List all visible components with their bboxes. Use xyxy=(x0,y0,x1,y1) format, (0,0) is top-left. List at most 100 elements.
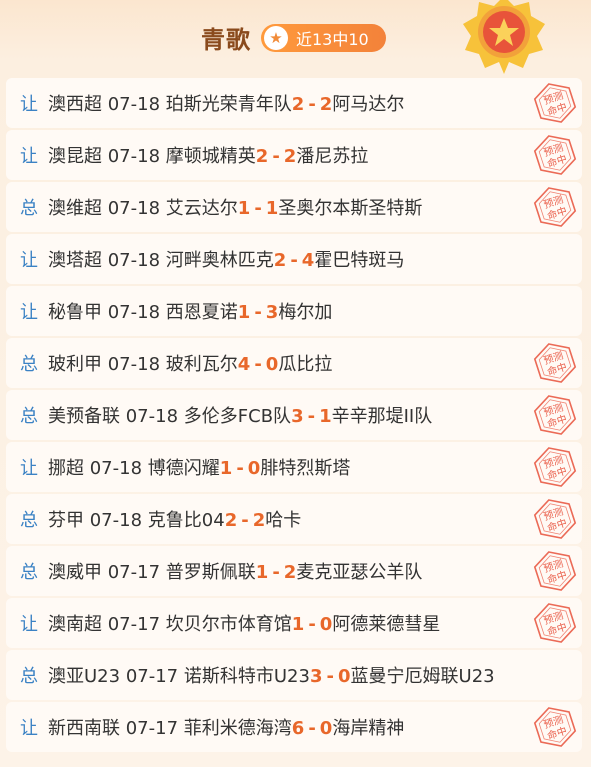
bet-type-tag: 总 xyxy=(20,354,38,375)
match-row[interactable]: 让秘鲁甲 07-18 西恩夏诺1-3梅尔加 xyxy=(6,286,582,336)
away-team: 麦克亚瑟公羊队 xyxy=(296,562,423,583)
home-team: 西恩夏诺 xyxy=(165,302,238,323)
league-name: 新西南联 xyxy=(48,718,120,739)
match-text: 澳南超 07-17 坎贝尔市体育馆1-0阿德莱德彗星 xyxy=(48,610,440,636)
home-score: 1 xyxy=(219,458,233,479)
score-separator: - xyxy=(307,406,316,427)
match-text: 挪超 07-18 博德闪耀1-0腓特烈斯塔 xyxy=(48,454,350,480)
home-score: 4 xyxy=(237,354,251,375)
match-text: 澳西超 07-18 珀斯光荣青年队2-2阿马达尔 xyxy=(48,90,404,116)
home-team: 诺斯科特市U23 xyxy=(183,666,310,687)
home-score: 2 xyxy=(273,250,287,271)
hit-stamp-icon: 预测命中 xyxy=(533,395,577,435)
league-name: 挪超 xyxy=(48,458,84,479)
header: 青歌 ★ 近13中10 xyxy=(0,0,591,76)
score-separator: - xyxy=(308,94,316,115)
home-team: 多伦多FCB队 xyxy=(183,406,292,427)
match-list: 让澳西超 07-18 珀斯光荣青年队2-2阿马达尔 预测 命中让澳昆超 07-18 … xyxy=(6,78,582,754)
away-team: 阿马达尔 xyxy=(332,94,405,115)
away-team: 阿德莱德彗星 xyxy=(332,614,441,635)
away-score: 2 xyxy=(252,510,266,531)
match-date: 07-17 xyxy=(125,718,179,739)
match-text: 澳威甲 07-17 普罗斯佩联1-2麦克亚瑟公羊队 xyxy=(48,558,422,584)
match-date: 07-18 xyxy=(107,198,161,219)
bet-type-tag: 让 xyxy=(20,614,38,635)
match-row[interactable]: 让澳塔超 07-18 河畔奥林匹克2-4霍巴特斑马 xyxy=(6,234,582,284)
score-separator: - xyxy=(326,666,334,687)
score-separator: - xyxy=(272,562,280,583)
league-name: 澳维超 xyxy=(48,198,102,219)
home-team: 博德闪耀 xyxy=(147,458,220,479)
match-row[interactable]: 总玻利甲 07-18 玻利瓦尔4-0瓜比拉 预测 命中 xyxy=(6,338,582,388)
home-team: 普罗斯佩联 xyxy=(165,562,256,583)
hit-stamp-icon: 预测命中 xyxy=(533,83,577,123)
away-score: 1 xyxy=(319,406,332,427)
match-date: 07-17 xyxy=(125,666,179,687)
home-score: 3 xyxy=(291,406,304,427)
hit-stamp-icon: 预测命中 xyxy=(533,707,577,747)
match-row[interactable]: 总芬甲 07-18 克鲁比042-2哈卡 预测 命中 xyxy=(6,494,582,544)
match-text: 秘鲁甲 07-18 西恩夏诺1-3梅尔加 xyxy=(48,298,332,324)
score-separator: - xyxy=(236,458,244,479)
match-date: 07-18 xyxy=(107,302,161,323)
match-row[interactable]: 让澳西超 07-18 珀斯光荣青年队2-2阿马达尔 预测 命中 xyxy=(6,78,582,128)
away-score: 0 xyxy=(247,458,261,479)
league-name: 芬甲 xyxy=(48,510,84,531)
away-team: 哈卡 xyxy=(265,510,302,531)
bet-type-tag: 总 xyxy=(20,198,38,219)
home-team: 克鲁比04 xyxy=(147,510,225,531)
score-separator: - xyxy=(254,198,262,219)
hit-stamp-icon: 预测命中 xyxy=(533,135,577,175)
away-score: 0 xyxy=(337,666,351,687)
bet-type-tag: 让 xyxy=(20,94,38,115)
match-row[interactable]: 让挪超 07-18 博德闪耀1-0腓特烈斯塔 预测 命中 xyxy=(6,442,582,492)
score-separator: - xyxy=(290,250,298,271)
match-row[interactable]: 总澳维超 07-18 艾云达尔1-1圣奥尔本斯圣特斯 预测 命中 xyxy=(6,182,582,232)
match-text: 澳维超 07-18 艾云达尔1-1圣奥尔本斯圣特斯 xyxy=(48,194,422,220)
away-team: 腓特烈斯塔 xyxy=(260,458,351,479)
match-text: 澳昆超 07-18 摩顿城精英2-2潘尼苏拉 xyxy=(48,142,368,168)
home-score: 6 xyxy=(291,718,305,739)
league-name: 玻利甲 xyxy=(48,354,102,375)
bet-type-tag: 让 xyxy=(20,302,38,323)
match-date: 07-18 xyxy=(107,250,161,271)
away-team: 蓝曼宁厄姆联U23 xyxy=(350,666,495,687)
bet-type-tag: 总 xyxy=(20,666,38,687)
match-row[interactable]: 让澳昆超 07-18 摩顿城精英2-2潘尼苏拉 预测 命中 xyxy=(6,130,582,180)
match-text: 澳塔超 07-18 河畔奥林匹克2-4霍巴特斑马 xyxy=(48,246,404,272)
home-team: 河畔奥林匹克 xyxy=(165,250,274,271)
match-row[interactable]: 总澳威甲 07-17 普罗斯佩联1-2麦克亚瑟公羊队 预测 命中 xyxy=(6,546,582,596)
match-row[interactable]: 让新西南联 07-17 菲利米德海湾6-0海岸精神 预测 命中 xyxy=(6,702,582,752)
league-name: 澳亚U23 xyxy=(48,666,121,687)
hit-stamp-icon: 预测命中 xyxy=(533,499,577,539)
home-team: 玻利瓦尔 xyxy=(165,354,238,375)
match-text: 澳亚U23 07-17 诺斯科特市U233-0蓝曼宁厄姆联U23 xyxy=(48,662,495,688)
away-score: 2 xyxy=(283,562,297,583)
bet-type-tag: 总 xyxy=(20,406,38,427)
home-score: 2 xyxy=(224,510,238,531)
away-score: 2 xyxy=(283,146,297,167)
bet-type-tag: 总 xyxy=(20,562,38,583)
home-score: 2 xyxy=(291,94,305,115)
match-text: 美预备联 07-18 多伦多FCB队3-1辛辛那堤II队 xyxy=(48,402,432,428)
home-score: 2 xyxy=(255,146,269,167)
away-team: 海岸精神 xyxy=(332,718,405,739)
star-icon: ★ xyxy=(264,26,288,50)
away-team: 潘尼苏拉 xyxy=(296,146,369,167)
home-score: 1 xyxy=(237,302,251,323)
away-team: 梅尔加 xyxy=(278,302,333,323)
match-row[interactable]: 让澳南超 07-17 坎贝尔市体育馆1-0阿德莱德彗星 预测 命中 xyxy=(6,598,582,648)
score-separator: - xyxy=(254,302,262,323)
match-row[interactable]: 总美预备联 07-18 多伦多FCB队3-1辛辛那堤II队 预测 命中 xyxy=(6,390,582,440)
bet-type-tag: 让 xyxy=(20,250,38,271)
league-name: 澳昆超 xyxy=(48,146,102,167)
match-date: 07-18 xyxy=(89,458,143,479)
away-score: 1 xyxy=(265,198,279,219)
score-separator: - xyxy=(254,354,262,375)
league-name: 澳威甲 xyxy=(48,562,102,583)
score-separator: - xyxy=(272,146,280,167)
away-score: 0 xyxy=(319,718,333,739)
match-date: 07-17 xyxy=(107,614,161,635)
away-team: 瓜比拉 xyxy=(278,354,333,375)
match-row[interactable]: 总澳亚U23 07-17 诺斯科特市U233-0蓝曼宁厄姆联U23 xyxy=(6,650,582,700)
